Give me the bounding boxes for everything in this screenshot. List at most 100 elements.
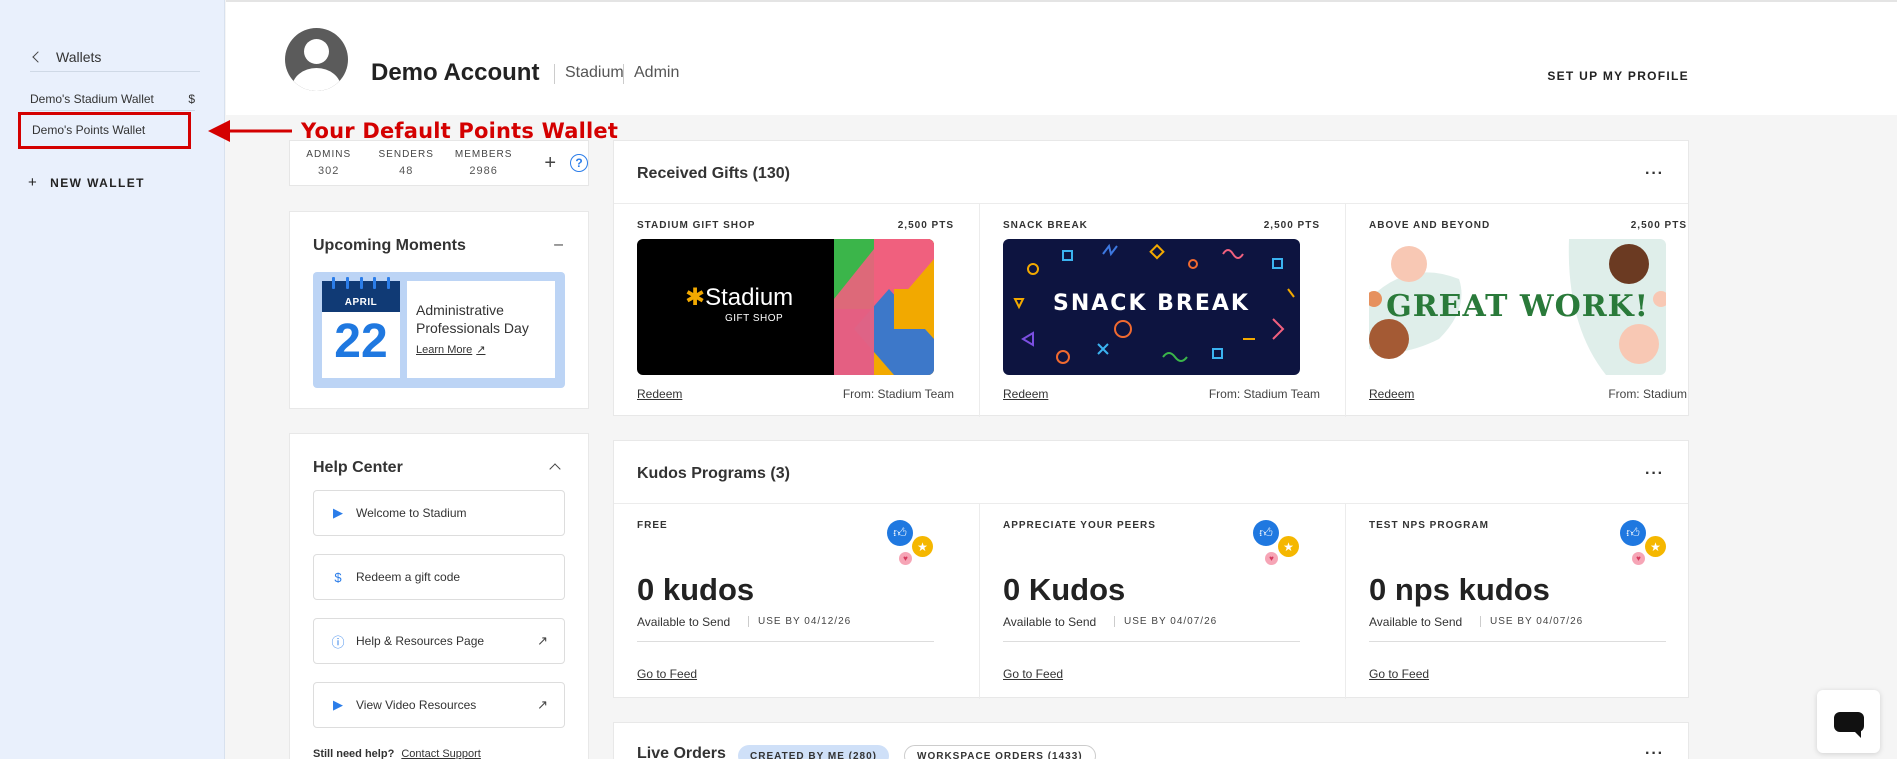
redeem-link[interactable]: Redeem [1003,387,1048,401]
chevron-left-icon [32,50,44,63]
sidebar-item-stadium-wallet[interactable]: Demo's Stadium Wallet $ [30,87,195,111]
upcoming-moments-card: Upcoming Moments – APRIL 22 Administrati… [289,211,589,409]
divider [1003,641,1300,642]
help-item-resources[interactable]: ⓘ Help & Resources Page ↗ [313,618,565,664]
go-to-feed-link[interactable]: Go to Feed [1003,667,1063,681]
moment-info: Administrative Professionals Day Learn M… [407,281,555,378]
avatar[interactable] [285,28,348,91]
avatar-body [292,68,341,91]
kudos-programs-card: Kudos Programs (3) ··· FREE 👍︎ ★ ♥ 0 kud… [613,440,1689,699]
sidebar: Wallets Demo's Stadium Wallet $ Demo's P… [0,0,225,759]
help-item-label: Help & Resources Page [356,634,485,648]
heart-icon: ♥ [1632,552,1645,565]
moment-title: Administrative Professionals Day [416,302,529,336]
calendar-icon: APRIL 22 [322,277,400,378]
wallet-label: Demo's Stadium Wallet [30,91,154,106]
kudos-badges: 👍︎ ★ ♥ [1253,520,1309,568]
divider [1369,641,1666,642]
help-item-redeem-code[interactable]: $ Redeem a gift code [313,554,565,600]
great-work-text: GREAT WORK! [1386,289,1649,324]
kudos-program: APPRECIATE YOUR PEERS 👍︎ ★ ♥ 0 Kudos Ava… [980,504,1346,699]
help-item-welcome[interactable]: ▶ Welcome to Stadium [313,490,565,536]
setup-profile-link[interactable]: SET UP MY PROFILE [1547,69,1689,83]
annotation-arrow-icon [208,120,292,142]
chat-bubble-icon [1833,711,1864,738]
more-options-icon[interactable]: ··· [1645,465,1664,483]
video-icon: ▶ [333,697,343,712]
gift-points: 2,500 PTS [1263,220,1320,231]
contact-support-link[interactable]: Contact Support [401,748,481,759]
back-to-wallets[interactable]: Wallets [30,42,200,72]
chevron-up-icon[interactable] [549,463,561,475]
more-options-icon[interactable]: ··· [1645,165,1664,183]
heart-icon: ♥ [899,552,912,565]
calendar-day: 22 [334,315,388,368]
chat-button[interactable] [1817,690,1880,753]
learn-more-link[interactable]: Learn More ↗ [416,343,546,357]
external-link-icon: ↗ [537,697,548,712]
logo-text: Stadium [705,284,794,311]
kudos-amount: 0 Kudos [1003,572,1126,607]
redeem-link[interactable]: Redeem [637,387,682,401]
program-name: FREE [637,520,668,531]
stat-label: MEMBERS [454,149,513,160]
account-tag-admin: Admin [623,64,679,84]
avatar-head [304,39,329,64]
more-options-icon[interactable]: ··· [1645,745,1664,759]
gifts-title: Received Gifts (130) [637,165,790,182]
external-link-icon: ↗ [476,344,486,356]
tab-created-by-me[interactable]: CREATED BY ME (280) [738,745,889,759]
gift-points: 2,500 PTS [1630,220,1687,231]
dollar-symbol: $ [188,91,195,106]
go-to-feed-link[interactable]: Go to Feed [637,667,697,681]
learn-more-label: Learn More [416,343,473,356]
gift-item: STADIUM GIFT SHOP 2,500 PTS ✱Stadium GIF… [614,204,980,417]
help-footer-question: Still need help? [313,748,395,759]
gift-from: From: Stadium [1608,387,1687,401]
kudos-title: Kudos Programs (3) [637,465,790,482]
help-item-label: Welcome to Stadium [356,506,467,520]
gift-image[interactable]: GREAT WORK! [1369,239,1666,375]
use-by-date: USE BY 04/12/26 [748,616,851,627]
go-to-feed-link[interactable]: Go to Feed [1369,667,1429,681]
star-icon: ★ [912,536,933,557]
help-item-label: Redeem a gift code [356,570,461,584]
new-wallet-label: NEW WALLET [50,175,145,190]
help-item-videos[interactable]: ▶ View Video Resources ↗ [313,682,565,728]
stat-label: ADMINS [306,149,352,160]
program-name: TEST NPS PROGRAM [1369,520,1489,531]
calendar-rings [332,277,390,289]
calendar-month: APRIL [322,277,400,312]
thumbs-up-icon: 👍︎ [887,520,913,546]
new-wallet-button[interactable]: + NEW WALLET [28,174,145,191]
video-icon: ▶ [333,505,343,520]
external-link-icon: ↗ [537,633,548,648]
dollar-icon: $ [334,569,342,585]
available-label: Available to Send [1369,615,1463,629]
star-icon: ★ [1645,536,1666,557]
divider [637,641,934,642]
received-gifts-card: Received Gifts (130) ··· STADIUM GIFT SH… [613,140,1689,417]
live-orders-card: Live Orders CREATED BY ME (280) WORKSPAC… [613,722,1689,759]
add-member-icon[interactable]: + [544,152,556,175]
redeem-link[interactable]: Redeem [1369,387,1414,401]
calendar-month-label: APRIL [344,297,378,308]
gift-image[interactable]: SNACK BREAK [1003,239,1300,375]
program-name: APPRECIATE YOUR PEERS [1003,520,1156,531]
thumbs-up-icon: 👍︎ [1620,520,1646,546]
minus-icon[interactable]: – [554,236,563,254]
thumbs-up-icon: 👍︎ [1253,520,1279,546]
help-question-icon[interactable]: ? [570,154,588,172]
gift-image[interactable]: ✱Stadium GIFT SHOP [637,239,934,375]
orders-title: Live Orders [637,745,726,759]
tab-workspace-orders[interactable]: WORKSPACE ORDERS (1433) [904,745,1096,759]
stat-members: MEMBERS 2986 [445,149,522,177]
back-label: Wallets [56,48,102,65]
gift-item: ABOVE AND BEYOND 2,500 PTS GREAT WORK! R… [1346,204,1712,417]
kudos-program: TEST NPS PROGRAM 👍︎ ★ ♥ 0 nps kudos Avai… [1346,504,1712,699]
gift-name: SNACK BREAK [1003,220,1088,231]
stat-label: SENDERS [378,149,434,160]
header: Demo Account Stadium Admin SET UP MY PRO… [226,0,1897,115]
available-label: Available to Send [1003,615,1097,629]
stat-value: 2986 [469,165,498,177]
